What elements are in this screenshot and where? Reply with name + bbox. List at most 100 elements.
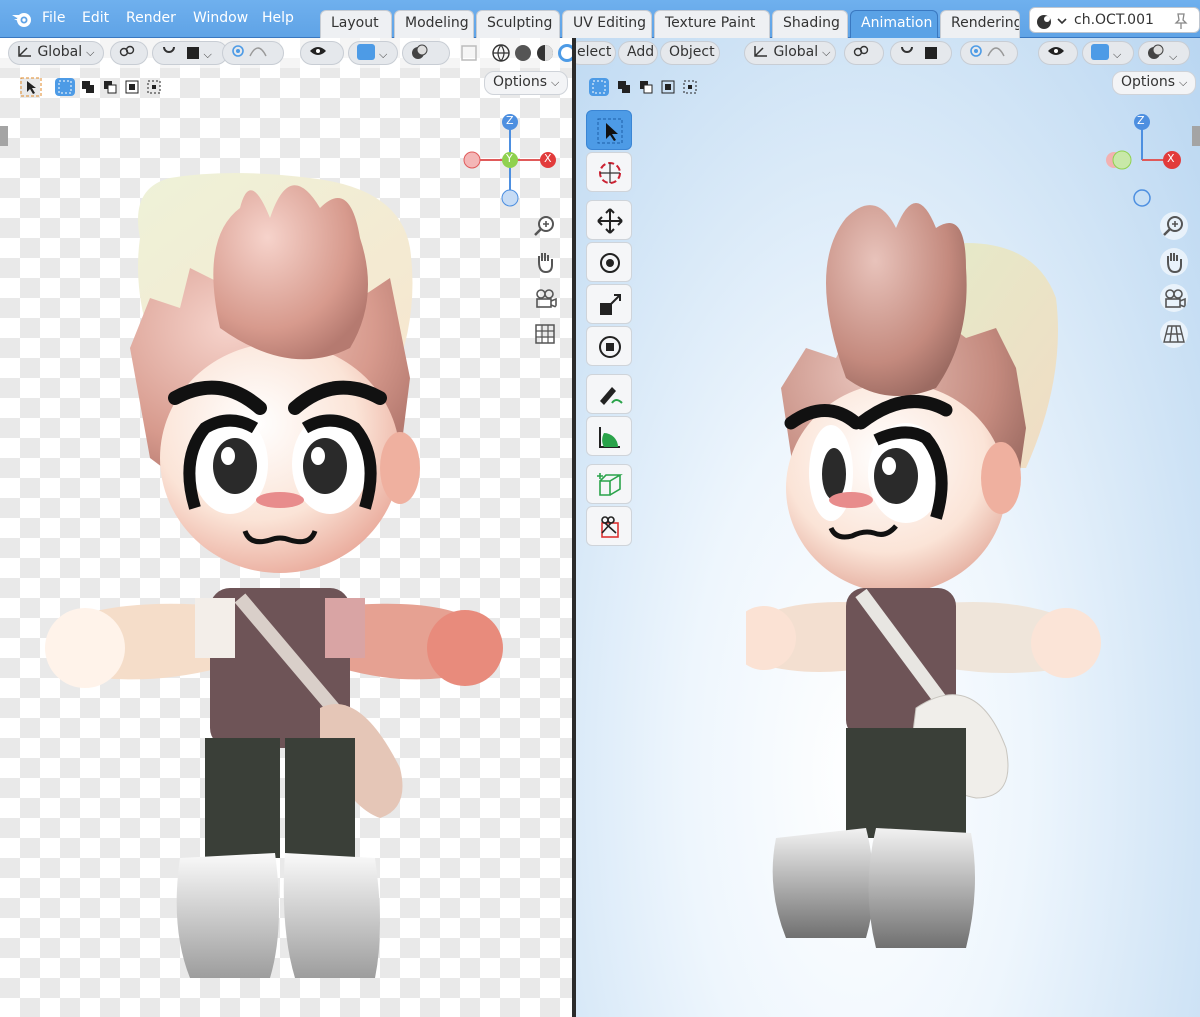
snap-magnet-icon[interactable]: [899, 44, 915, 58]
snap-group[interactable]: ⌵: [152, 41, 228, 65]
pan-hand-icon[interactable]: [1160, 248, 1188, 276]
transform-orientation-dropdown[interactable]: Global ⌵: [744, 41, 836, 65]
select-new-icon[interactable]: [54, 77, 76, 97]
gizmo-toggle[interactable]: ⌵: [348, 41, 398, 65]
tab-modeling[interactable]: Modeling: [394, 10, 474, 38]
transform-orientation-dropdown[interactable]: Global ⌵: [8, 41, 104, 65]
sidebar-toggle[interactable]: [1192, 126, 1200, 146]
menu-select[interactable]: elect: [576, 41, 616, 65]
falloff-curve-icon[interactable]: [987, 44, 1006, 58]
tab-animation[interactable]: Animation: [850, 10, 938, 38]
scene-icon: [1037, 15, 1067, 29]
gizmo-x-label: X: [544, 152, 552, 165]
viewport-right[interactable]: elect Add Object Global ⌵ ⌵ ⌵ Options ⌵ …: [576, 38, 1200, 1017]
menu-window[interactable]: Window: [193, 10, 248, 26]
select-intersect-icon[interactable]: [682, 79, 698, 95]
proportional-group[interactable]: [960, 41, 1018, 65]
camera-icon[interactable]: [531, 284, 559, 312]
pivot-dropdown[interactable]: [844, 41, 884, 65]
grid-icon[interactable]: [531, 320, 559, 348]
cursor-icon: [599, 162, 621, 184]
solid-shading-icon[interactable]: [512, 42, 534, 64]
select-new-icon[interactable]: [588, 77, 610, 97]
options-label: Options: [493, 74, 548, 90]
viewport-header: Global ⌵ ⌵ ⌵: [0, 38, 572, 68]
overlay-icon: [1148, 44, 1164, 59]
move-icon: [597, 208, 623, 234]
tool-cursor[interactable]: [586, 152, 632, 192]
link-icon: [853, 45, 869, 57]
snap-magnet-icon[interactable]: [161, 44, 177, 58]
gizmo-toggle[interactable]: ⌵: [1082, 41, 1134, 65]
character-model[interactable]: [30, 128, 530, 1008]
tab-texture-paint[interactable]: Texture Paint: [654, 10, 770, 38]
options-dropdown[interactable]: Options ⌵: [1112, 71, 1197, 95]
falloff-curve-icon[interactable]: [249, 44, 268, 58]
zoom-icon[interactable]: [531, 212, 559, 240]
menu-file[interactable]: File: [42, 10, 65, 26]
proportional-group[interactable]: [222, 41, 284, 65]
select-mode-icon[interactable]: [20, 77, 42, 97]
menu-add-label: Add: [627, 44, 655, 60]
select-intersect-icon[interactable]: [146, 79, 162, 95]
select-extend-icon[interactable]: [616, 79, 632, 95]
options-dropdown[interactable]: Options ⌵: [484, 71, 569, 95]
overlay-toggle[interactable]: ⌵: [1138, 41, 1190, 65]
tool-add-cube[interactable]: [586, 464, 632, 504]
tool-rotate[interactable]: [586, 242, 632, 282]
viewport-left[interactable]: Global ⌵ ⌵ ⌵ Options ⌵ Z Y X: [0, 38, 572, 1017]
blender-logo-icon[interactable]: [10, 9, 34, 29]
pivot-dropdown[interactable]: [110, 41, 148, 65]
snap-target-icon[interactable]: [187, 47, 200, 59]
perspective-grid-icon[interactable]: [1160, 320, 1188, 348]
tab-layout[interactable]: Layout: [320, 10, 392, 38]
select-extend-icon[interactable]: [80, 79, 96, 95]
select-subtract-icon[interactable]: [102, 79, 118, 95]
add-cube-icon: [597, 473, 623, 496]
tab-rendering[interactable]: Rendering: [940, 10, 1020, 38]
menu-render[interactable]: Render: [126, 10, 176, 26]
tool-select-box[interactable]: [586, 110, 632, 150]
menu-help[interactable]: Help: [262, 10, 294, 26]
proportional-icon[interactable]: [231, 44, 245, 58]
snap-group[interactable]: [890, 41, 952, 65]
menu-edit[interactable]: Edit: [82, 10, 109, 26]
camera-icon[interactable]: [1160, 284, 1188, 312]
select-invert-icon[interactable]: [124, 79, 140, 95]
character-model[interactable]: [746, 148, 1116, 958]
menu-add[interactable]: Add: [618, 41, 658, 65]
gizmo-arrow-icon: [357, 44, 375, 60]
pin-icon[interactable]: [1172, 12, 1190, 30]
tool-measure[interactable]: [586, 416, 632, 456]
material-shading-icon[interactable]: [534, 42, 556, 64]
xray-icon[interactable]: [458, 42, 480, 64]
measure-icon: [599, 427, 620, 448]
chevron-down-icon: ⌵: [1113, 48, 1122, 61]
visibility-dropdown[interactable]: [300, 41, 344, 65]
scene-name[interactable]: ch.OCT.001: [1074, 12, 1154, 28]
gizmo-z-label: Z: [1137, 114, 1145, 127]
tool-move[interactable]: [586, 200, 632, 240]
menu-object[interactable]: Object: [660, 41, 720, 65]
tool-scale[interactable]: [586, 284, 632, 324]
wireframe-shading-icon[interactable]: [490, 42, 512, 64]
tab-uv-editing[interactable]: UV Editing: [562, 10, 652, 38]
tab-shading[interactable]: Shading: [772, 10, 848, 38]
tab-sculpting[interactable]: Sculpting: [476, 10, 560, 38]
scene-selector[interactable]: ch.OCT.001: [1029, 7, 1200, 33]
sidebar-toggle[interactable]: [0, 126, 8, 146]
select-invert-icon[interactable]: [660, 79, 676, 95]
link-icon: [119, 45, 135, 57]
snap-target-icon[interactable]: [925, 47, 938, 59]
tool-knife[interactable]: [586, 506, 632, 546]
overlay-toggle[interactable]: [402, 41, 450, 65]
tool-transform[interactable]: [586, 326, 632, 366]
tool-annotate[interactable]: [586, 374, 632, 414]
pan-hand-icon[interactable]: [531, 248, 559, 276]
chevron-down-icon: ⌵: [1169, 50, 1178, 63]
select-subtract-icon[interactable]: [638, 79, 654, 95]
visibility-dropdown[interactable]: [1038, 41, 1078, 65]
zoom-icon[interactable]: [1160, 212, 1188, 240]
proportional-icon[interactable]: [969, 44, 983, 58]
rendered-shading-icon[interactable]: [556, 42, 572, 64]
